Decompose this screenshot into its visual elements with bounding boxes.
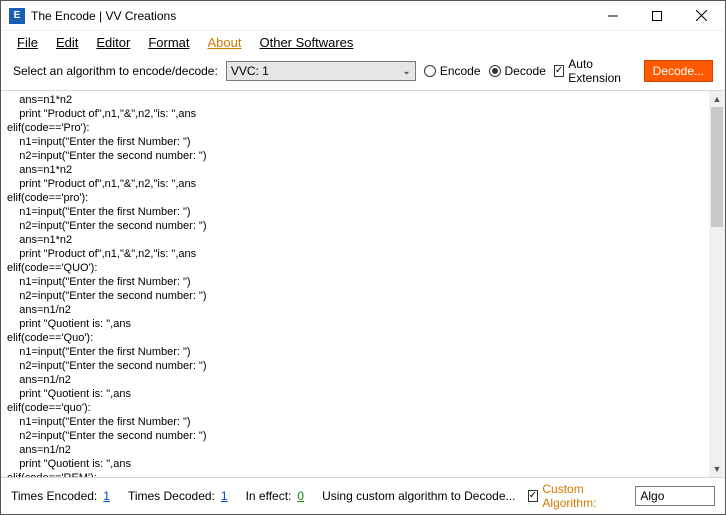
code-content[interactable]: ans=n1*n2 print "Product of",n1,"&",n2,"…	[1, 91, 725, 478]
auto-extension-checkbox[interactable]: ✓Auto Extension	[554, 57, 636, 85]
encode-radio-label: Encode	[440, 64, 481, 78]
scrollbar-thumb[interactable]	[711, 107, 723, 227]
code-editor[interactable]: ans=n1*n2 print "Product of",n1,"&",n2,"…	[1, 91, 725, 478]
scroll-up-icon[interactable]: ▲	[709, 91, 725, 107]
maximize-button[interactable]	[635, 1, 679, 31]
vertical-scrollbar[interactable]: ▲ ▼	[709, 91, 725, 477]
decode-button[interactable]: Decode...	[644, 60, 713, 82]
toolbar: Select an algorithm to encode/decode: VV…	[1, 54, 725, 91]
decode-radio[interactable]: Decode	[489, 64, 546, 78]
times-decoded-value: 1	[221, 489, 228, 503]
custom-algorithm-input[interactable]: Algo	[635, 486, 715, 506]
menu-edit[interactable]: Edit	[56, 35, 78, 50]
menu-file[interactable]: File	[17, 35, 38, 50]
decode-radio-label: Decode	[505, 64, 546, 78]
menu-other-softwares[interactable]: Other Softwares	[259, 35, 353, 50]
scrollbar-track[interactable]	[709, 107, 725, 461]
in-effect-label: In effect:	[246, 489, 292, 503]
menu-format[interactable]: Format	[148, 35, 189, 50]
titlebar: E The Encode | VV Creations	[1, 1, 725, 31]
menubar: File Edit Editor Format About Other Soft…	[1, 31, 725, 54]
algorithm-select-label: Select an algorithm to encode/decode:	[13, 64, 218, 78]
close-button[interactable]	[679, 1, 723, 31]
menu-editor[interactable]: Editor	[96, 35, 130, 50]
auto-extension-label: Auto Extension	[568, 57, 635, 85]
algorithm-select[interactable]: VVC: 1 ⌄	[226, 61, 416, 81]
encode-radio[interactable]: Encode	[424, 64, 481, 78]
window-title: The Encode | VV Creations	[31, 9, 591, 23]
times-decoded-label: Times Decoded:	[128, 489, 215, 503]
custom-algorithm-checkbox[interactable]: ✓Custom Algorithm:	[528, 482, 630, 510]
window-controls	[591, 1, 723, 31]
statusbar: Times Encoded: 1 Times Decoded: 1 In eff…	[1, 478, 725, 514]
status-message: Using custom algorithm to Decode...	[322, 489, 515, 503]
scroll-down-icon[interactable]: ▼	[709, 461, 725, 477]
minimize-button[interactable]	[591, 1, 635, 31]
app-icon: E	[9, 8, 25, 24]
custom-algorithm-input-value: Algo	[640, 489, 664, 503]
in-effect-value: 0	[297, 489, 304, 503]
times-encoded-label: Times Encoded:	[11, 489, 97, 503]
menu-about[interactable]: About	[208, 35, 242, 50]
algorithm-select-value: VVC: 1	[231, 64, 269, 78]
custom-algorithm-label: Custom Algorithm:	[542, 482, 629, 510]
chevron-down-icon: ⌄	[402, 66, 410, 77]
times-encoded-value: 1	[103, 489, 110, 503]
